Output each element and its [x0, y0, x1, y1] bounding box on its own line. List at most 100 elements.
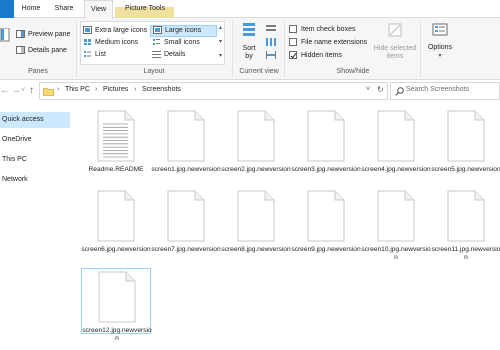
file-name: screen9.jpg.newversion	[291, 246, 361, 253]
list-label: List	[95, 51, 106, 58]
layout-scroll-down-icon[interactable]: ▾	[219, 38, 222, 45]
file-item[interactable]: screen1.jpg.newversion	[151, 108, 221, 174]
file-name-extensions-toggle[interactable]: File name extensions	[289, 38, 367, 48]
details-label: Details	[164, 51, 186, 58]
file-item[interactable]: screen4.jpg.newversion	[361, 108, 431, 174]
file-icon	[447, 190, 485, 242]
large-icons-option[interactable]: Large icons	[150, 25, 217, 37]
list-option[interactable]: List	[83, 50, 106, 60]
item-check-boxes-checkbox[interactable]	[289, 25, 297, 34]
tab-file[interactable]	[0, 0, 14, 18]
breadcrumb-screenshots[interactable]: Screenshots	[142, 86, 181, 93]
hide-selected-items-icon	[388, 23, 402, 37]
file-list: Readme.README screen1.jpg.newversion scree…	[76, 104, 500, 350]
medium-icons-icon	[84, 39, 91, 46]
ribbon-tab-bar: Home Share View Picture Tools	[0, 0, 500, 19]
hide-selected-items-button[interactable]: Hide selected items	[372, 22, 418, 66]
breadcrumb-this-pc[interactable]: This PC	[65, 86, 90, 93]
navigation-pane: Quick access OneDrive This PC Network	[0, 104, 74, 350]
up-icon[interactable]: ↑	[29, 85, 34, 96]
address-dropdown-icon[interactable]: ˅	[366, 86, 370, 93]
group-by-icon[interactable]	[266, 25, 276, 33]
item-check-boxes-label: Item check boxes	[301, 26, 356, 33]
file-item[interactable]: screen10.jpg.newversion	[361, 188, 431, 261]
nav-item-onedrive[interactable]: OneDrive	[0, 132, 70, 148]
large-icons-icon	[153, 26, 162, 35]
address-bar[interactable]: › This PC › Pictures › Screenshots ˅ ↻	[39, 82, 388, 100]
recent-locations-icon[interactable]: ˅	[21, 87, 25, 94]
sort-by-button[interactable]: Sort by	[238, 21, 260, 65]
tab-picture-tools[interactable]: Picture Tools	[117, 0, 173, 18]
file-name: screen1.jpg.newversion	[151, 166, 221, 173]
back-icon[interactable]: ←	[0, 85, 10, 96]
search-box[interactable]: Search Screenshots	[390, 82, 500, 100]
file-name: screen10.jpg.newversion	[361, 246, 431, 261]
navigation-pane-button[interactable]	[0, 22, 12, 62]
file-icon	[97, 190, 135, 242]
file-item[interactable]: screen2.jpg.newversion	[221, 108, 291, 174]
options-button[interactable]: Options ▾	[424, 22, 456, 66]
file-name-extensions-label: File name extensions	[301, 39, 368, 46]
file-item[interactable]: Readme.README	[81, 108, 151, 174]
file-item[interactable]: screen3.jpg.newversion	[291, 108, 361, 174]
file-item[interactable]: screen9.jpg.newversion	[291, 188, 361, 254]
file-icon	[98, 271, 136, 323]
nav-item-this-pc[interactable]: This PC	[0, 152, 70, 168]
details-option[interactable]: Details	[152, 50, 185, 60]
details-pane-icon	[16, 46, 25, 55]
add-columns-icon[interactable]	[266, 38, 276, 46]
file-item[interactable]: screen12.jpg.newversion	[81, 268, 152, 342]
file-icon	[237, 110, 275, 162]
file-item[interactable]: screen11.jpg.newversion	[431, 188, 500, 261]
file-icon	[377, 110, 415, 162]
forward-icon[interactable]: →	[11, 85, 21, 96]
layout-scroll-up-icon[interactable]: ▴	[219, 24, 222, 31]
item-check-boxes-toggle[interactable]: Item check boxes	[289, 25, 355, 35]
layout-expand-icon[interactable]: ▾	[219, 52, 222, 59]
size-columns-icon[interactable]	[266, 51, 276, 59]
preview-pane-button[interactable]: Preview pane	[16, 30, 70, 40]
file-name: screen4.jpg.newversion	[361, 166, 431, 173]
separator	[420, 21, 421, 77]
file-name: screen7.jpg.newversion	[151, 246, 221, 253]
file-item[interactable]: screen5.jpg.newversion	[431, 108, 500, 174]
search-icon	[395, 87, 404, 96]
file-icon	[447, 110, 485, 162]
details-icon	[152, 51, 161, 59]
small-icons-icon	[153, 39, 160, 46]
tab-home[interactable]: Home	[16, 0, 46, 18]
refresh-icon[interactable]: ↻	[377, 85, 384, 94]
breadcrumb-pictures[interactable]: Pictures	[103, 86, 128, 93]
medium-icons-option[interactable]: Medium icons	[83, 38, 138, 48]
breadcrumb-sep-icon: ›	[134, 86, 137, 93]
hide-selected-items-label-2: items	[386, 53, 404, 60]
options-icon	[432, 23, 448, 36]
file-item[interactable]: screen7.jpg.newversion	[151, 188, 221, 254]
preview-pane-icon	[16, 30, 25, 39]
separator	[232, 21, 233, 77]
nav-item-quick-access[interactable]: Quick access	[0, 112, 70, 128]
hidden-items-toggle[interactable]: Hidden items	[289, 51, 342, 61]
file-icon	[167, 190, 205, 242]
small-icons-option[interactable]: Small icons	[152, 38, 200, 48]
hidden-items-label: Hidden items	[301, 52, 342, 59]
file-name: screen3.jpg.newversion	[291, 166, 361, 173]
file-name-extensions-checkbox[interactable]	[289, 38, 297, 47]
file-item[interactable]: screen8.jpg.newversion	[221, 188, 291, 254]
file-name: screen2.jpg.newversion	[221, 166, 291, 173]
tab-share[interactable]: Share	[50, 0, 78, 18]
tab-view[interactable]: View	[84, 0, 113, 19]
hide-selected-items-label: Hide selected	[373, 45, 417, 52]
extra-large-icons-option[interactable]: Extra large icons	[83, 26, 147, 36]
extra-large-icons-icon	[83, 26, 92, 35]
details-pane-button[interactable]: Details pane	[16, 46, 67, 56]
file-icon	[237, 190, 275, 242]
preview-pane-label: Preview pane	[28, 31, 71, 38]
file-item[interactable]: screen6.jpg.newversion	[81, 188, 151, 254]
file-name: Readme.README	[88, 166, 144, 173]
nav-item-network[interactable]: Network	[0, 172, 70, 188]
file-icon	[377, 190, 415, 242]
hidden-items-checkbox[interactable]	[289, 51, 297, 60]
extra-large-icons-label: Extra large icons	[95, 27, 148, 34]
show-hide-group-label: Show/hide	[336, 68, 370, 75]
